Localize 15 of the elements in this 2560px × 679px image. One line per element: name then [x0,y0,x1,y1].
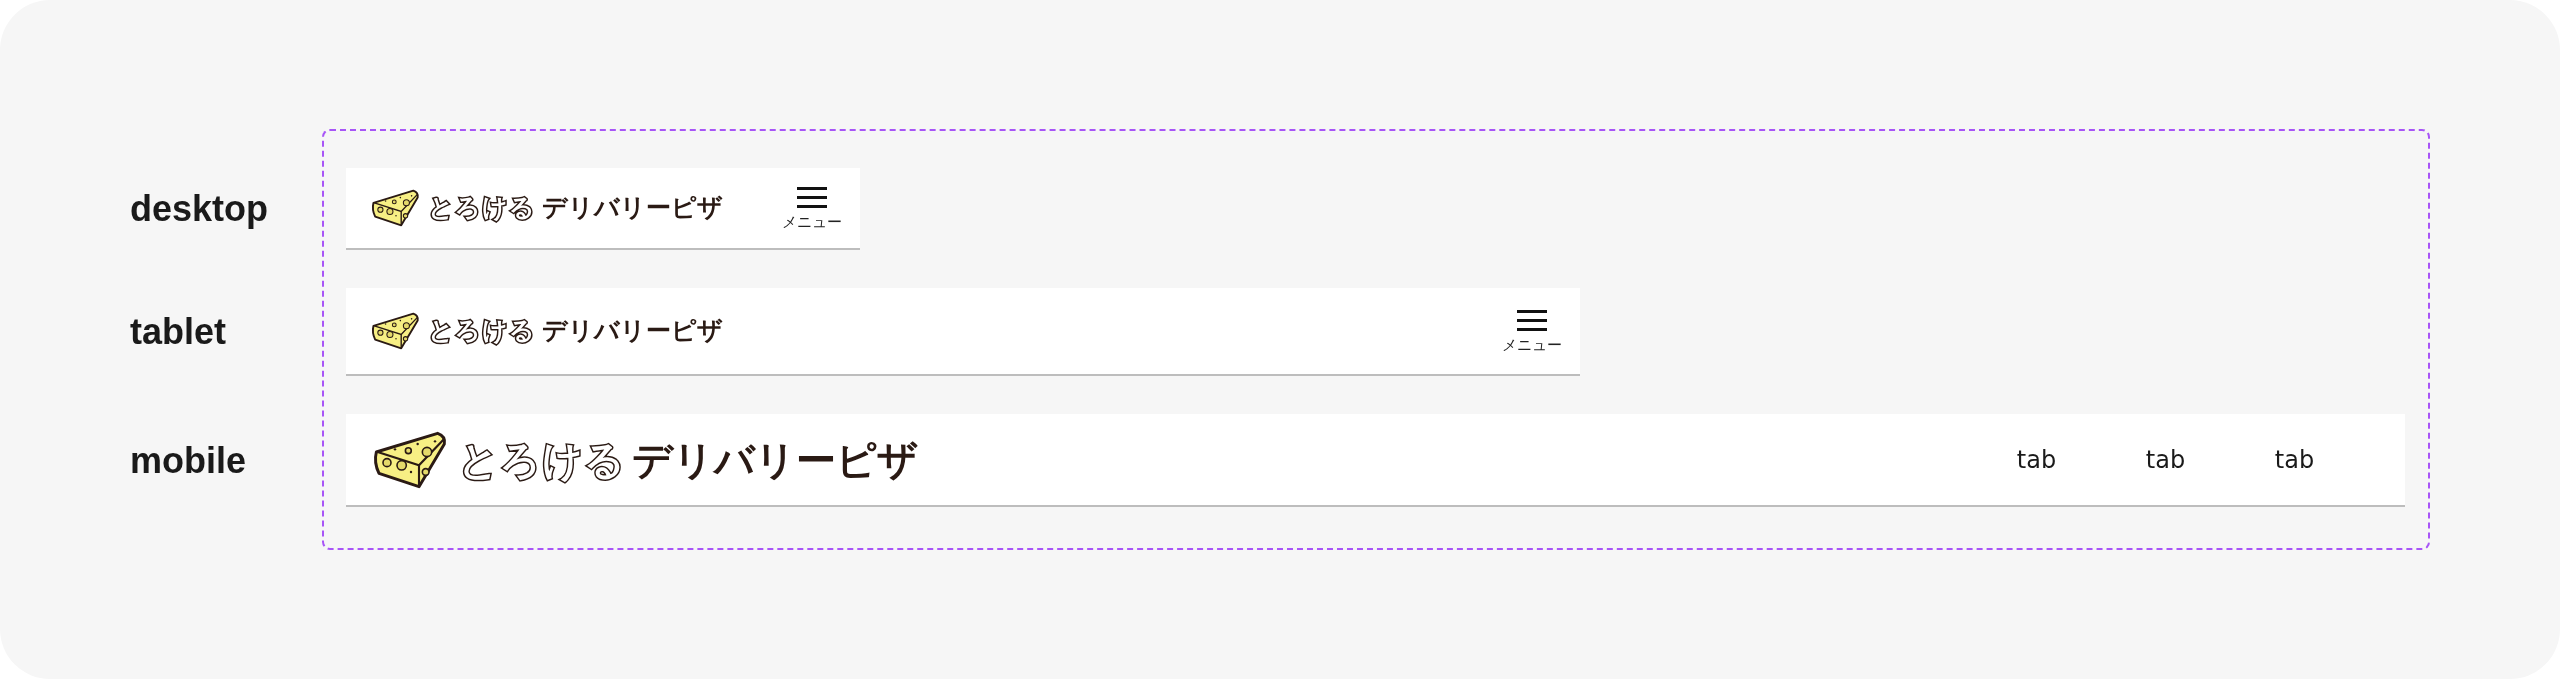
cheese-icon [370,187,422,229]
menu-icon [1517,309,1547,332]
variant-label: tablet [130,310,226,354]
nav-tab[interactable]: tab [1972,441,2101,478]
menu-button[interactable]: メニュー [782,186,842,230]
menu-icon [797,186,827,209]
site-logo[interactable]: とろける デリバリーピザ [370,187,723,229]
menu-button[interactable]: メニュー [1502,309,1562,353]
nav-tab[interactable]: tab [2230,441,2359,478]
cheese-icon [370,310,422,352]
nav-tab[interactable]: tab [2101,441,2230,478]
site-logo[interactable]: とろける デリバリーピザ [370,427,918,492]
variant-label: desktop [130,187,269,231]
site-logo[interactable]: とろける デリバリーピザ [370,310,723,352]
variant-label: mobile [130,438,246,483]
